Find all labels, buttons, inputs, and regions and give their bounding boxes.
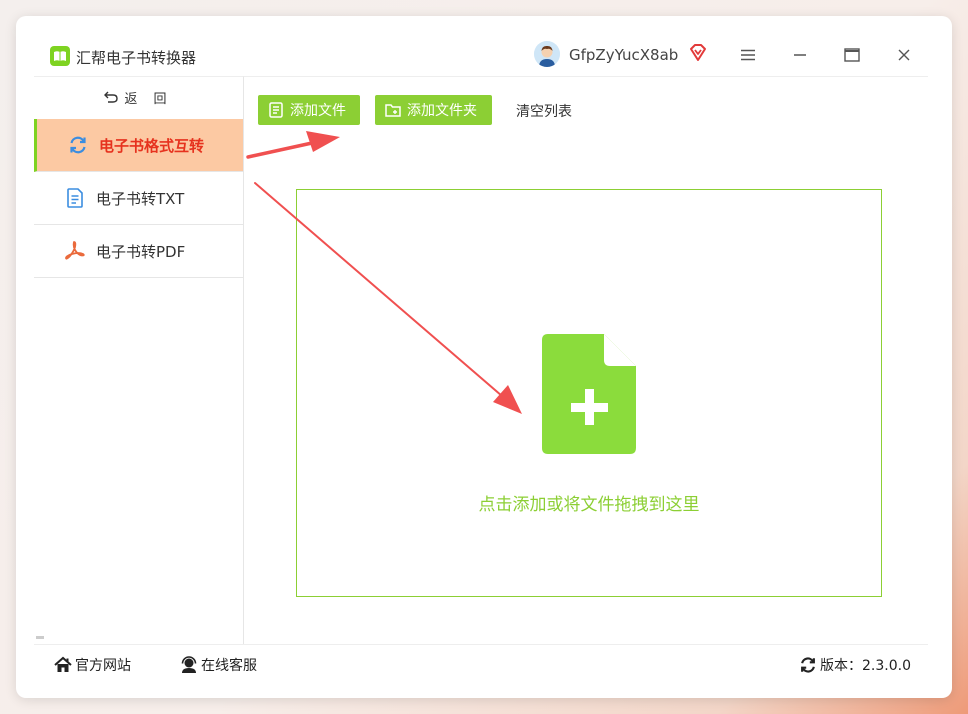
sidebar-resize-handle[interactable] <box>36 636 44 639</box>
close-icon[interactable] <box>894 45 914 65</box>
title-bar[interactable]: 汇帮电子书转换器 GfpZyYucX8ab <box>16 16 952 76</box>
sidebar-item-label: 电子书转TXT <box>96 189 185 208</box>
sidebar-item-to-pdf[interactable]: 电子书转PDF <box>34 225 243 278</box>
headset-icon <box>180 656 198 674</box>
app-title: 汇帮电子书转换器 <box>76 49 197 67</box>
footer-bar: 官方网站 在线客服 版本：2.3.0.0 <box>34 644 928 685</box>
add-file-button[interactable]: 添加文件 <box>258 95 360 125</box>
back-label: 返 回 <box>124 91 173 107</box>
add-folder-label: 添加文件夹 <box>407 103 477 119</box>
add-file-label: 添加文件 <box>290 103 346 119</box>
app-logo-icon <box>50 46 70 66</box>
website-label: 官方网站 <box>75 658 131 674</box>
menu-icon[interactable] <box>738 45 758 65</box>
vip-diamond-icon[interactable] <box>688 43 708 63</box>
sidebar-item-label: 电子书格式互转 <box>99 136 205 155</box>
file-drop-zone[interactable]: 点击添加或将文件拖拽到这里 <box>296 189 882 597</box>
pdf-icon <box>64 240 86 262</box>
file-list-icon <box>268 102 284 118</box>
refresh-icon <box>799 656 817 674</box>
clear-list-button[interactable]: 清空列表 <box>516 101 572 121</box>
home-icon <box>54 656 72 674</box>
version-check[interactable]: 版本：2.3.0.0 <box>799 655 911 675</box>
support-label: 在线客服 <box>201 658 257 674</box>
add-file-large-icon <box>542 334 636 458</box>
drop-zone-hint: 点击添加或将文件拖拽到这里 <box>478 495 700 515</box>
sidebar-item-label: 电子书转PDF <box>96 242 186 261</box>
sidebar-item-format-convert[interactable]: 电子书格式互转 <box>34 119 243 172</box>
document-icon <box>64 187 86 209</box>
add-folder-button[interactable]: 添加文件夹 <box>375 95 492 125</box>
version-label: 版本：2.3.0.0 <box>820 658 911 674</box>
online-support-link[interactable]: 在线客服 <box>180 655 257 675</box>
folder-add-icon <box>385 102 401 118</box>
username[interactable]: GfpZyYucX8ab <box>569 46 678 64</box>
sidebar-item-to-txt[interactable]: 电子书转TXT <box>34 172 243 225</box>
refresh-icon <box>67 134 89 156</box>
main-panel: 添加文件 添加文件夹 清空列表 点击添加或将文件拖拽到这里 <box>244 76 928 645</box>
official-website-link[interactable]: 官方网站 <box>54 655 131 675</box>
minimize-icon[interactable] <box>790 45 810 65</box>
back-arrow-icon <box>104 91 119 103</box>
app-window: 汇帮电子书转换器 GfpZyYucX8ab 返 回 电子书格式互转 电子书转TX… <box>16 16 952 698</box>
user-avatar[interactable] <box>534 41 560 67</box>
sidebar: 返 回 电子书格式互转 电子书转TXT 电子书转PDF <box>34 76 244 645</box>
back-button[interactable]: 返 回 <box>34 77 243 117</box>
maximize-icon[interactable] <box>842 45 862 65</box>
